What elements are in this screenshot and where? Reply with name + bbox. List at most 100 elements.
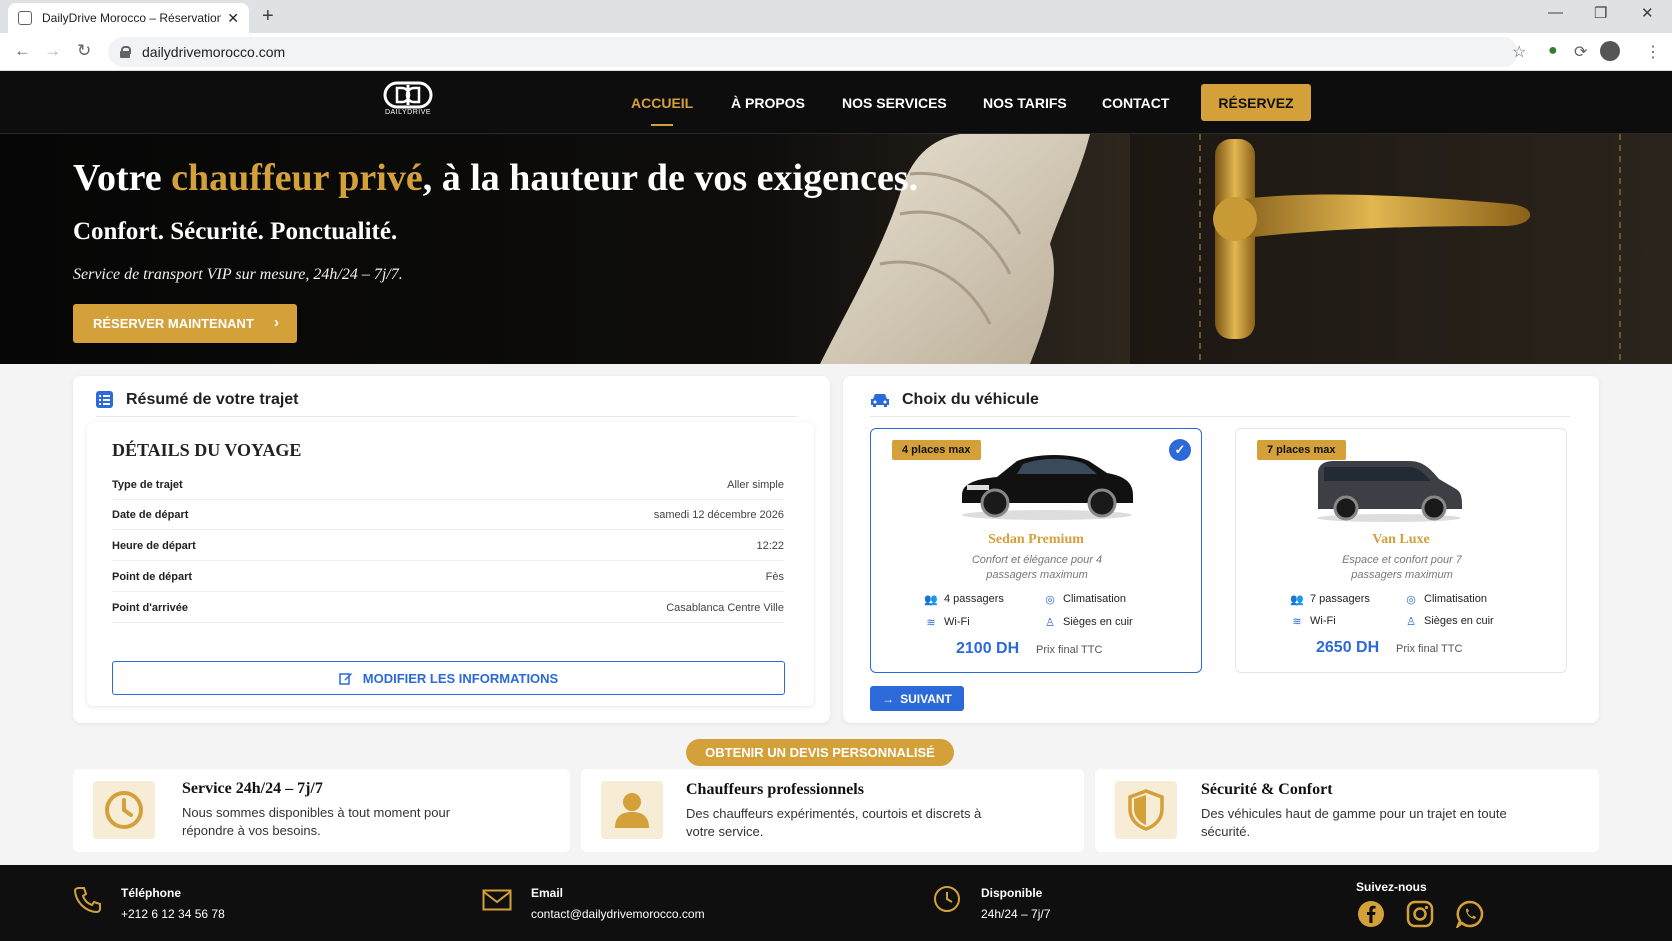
reserve-now-label: RÉSERVER MAINTENANT [93,316,254,331]
vehicle-name: Van Luxe [1372,532,1430,547]
site-footer: Téléphone +212 6 12 34 56 78 Email conta… [0,865,1672,941]
follow-us-label: Suivez-nous [1356,880,1427,894]
lock-icon [120,46,131,58]
feature-card-drivers: Chauffeurs professionnels Des chauffeurs… [581,769,1084,852]
vehicle-choice-title: Choix du véhicule [902,391,1039,408]
back-icon[interactable]: ← [14,41,31,61]
detail-value: Aller simple [727,478,784,491]
email-value[interactable]: contact@dailydrivemorocco.com [531,907,705,921]
feature-leather-seats: ♙ Sièges en cuir [1043,616,1133,629]
page-favicon-icon [18,11,32,25]
restore-icon[interactable]: ❐ [1594,4,1607,22]
feature-title: Service 24h/24 – 7j/7 [182,780,323,797]
seat-icon: ♙ [1406,615,1416,628]
feature-climatisation: ◎ Climatisation [1404,593,1487,606]
nav-contact[interactable]: CONTACT [1102,71,1169,134]
reserve-button[interactable]: RÉSERVEZ [1201,84,1311,121]
site-header: DAILYDRIVE ACCUEIL À PROPOS NOS SERVICES… [0,71,1672,134]
detail-label: Heure de départ [112,539,196,552]
feature-passengers: 👥 7 passagers [1290,593,1370,606]
detail-row: Point de départ Fès [112,562,784,592]
site-logo[interactable]: DAILYDRIVE [382,81,434,125]
feature-leather-seats: ♙ Sièges en cuir [1404,615,1494,628]
feature-card-security: Sécurité & Confort Des véhicules haut de… [1095,769,1599,852]
next-button[interactable]: → SUIVANT [870,686,964,711]
feature-wifi: ≋ Wi-Fi [1290,615,1335,628]
users-icon: 👥 [1290,593,1304,606]
selected-check-icon: ✓ [1169,439,1191,461]
detail-label: Point de départ [112,570,193,583]
arrow-right-icon: → [882,691,895,706]
reserve-now-button[interactable]: RÉSERVER MAINTENANT › [73,304,297,343]
url-text: dailydrivemorocco.com [142,44,286,60]
browser-tab-bar: DailyDrive Morocco – Réservation ✕ + — ❐… [0,0,1672,33]
reload-icon[interactable]: ↻ [77,41,91,61]
users-icon: 👥 [924,593,938,606]
detail-value: Fès [765,570,784,583]
sync-icon[interactable]: ⟳ [1574,42,1587,62]
van-car-image [1317,461,1462,522]
price-note: Prix final TTC [1036,644,1103,656]
menu-kebab-icon[interactable]: ⋮ [1645,42,1661,62]
close-tab-icon[interactable]: ✕ [227,10,239,27]
sedan-car-image [962,455,1133,520]
hero-banner: Votre chauffeur privé, à la hauteur de v… [0,134,1672,364]
browser-toolbar: ← → ↻ dailydrivemorocco.com ☆ ● ⟳ ⋮ [0,33,1672,71]
vehicle-choice-panel: Choix du véhicule 4 places max ✓ Sedan P… [843,376,1599,723]
nav-accueil[interactable]: ACCUEIL [631,71,693,134]
hero-subtitle: Confort. Sécurité. Ponctualité. [73,218,398,245]
vehicle-card-van[interactable]: 7 places max Van Luxe Espace et confort … [1235,428,1567,673]
address-bar[interactable]: dailydrivemorocco.com [108,37,1518,67]
browser-tab[interactable]: DailyDrive Morocco – Réservation ✕ [8,3,249,33]
vehicle-card-sedan[interactable]: 4 places max ✓ Sedan Premium Confort et … [870,428,1202,673]
email-label: Email [531,886,564,900]
list-icon [96,391,113,408]
vehicle-description: Confort et élégance pour 4 passagers max… [971,554,1103,581]
instagram-icon[interactable] [1406,900,1434,928]
wifi-icon: ≋ [1292,615,1302,628]
availability-label: Disponible [981,886,1043,900]
vehicle-price: 2650 DH [1316,639,1380,656]
car-icon [871,394,889,407]
detail-value: 12:22 [756,539,784,552]
minimize-icon[interactable]: — [1548,4,1563,21]
feature-description: Nous sommes disponibles à tout moment po… [182,805,451,838]
new-tab-icon[interactable]: + [262,5,274,28]
trip-details-heading: DÉTAILS DU VOYAGE [112,440,302,460]
price-note: Prix final TTC [1396,643,1463,655]
person-icon [601,781,663,839]
whatsapp-icon[interactable] [1456,900,1484,928]
facebook-icon[interactable] [1357,900,1385,928]
trip-summary-title: Résumé de votre trajet [126,391,299,408]
detail-label: Point d'arrivée [112,601,188,614]
tab-title: DailyDrive Morocco – Réservation [42,11,222,25]
vehicle-name: Sedan Premium [988,532,1084,547]
phone-icon [73,887,101,913]
modify-info-button[interactable]: MODIFIER LES INFORMATIONS [112,661,785,695]
detail-label: Type de trajet [112,478,183,491]
detail-row: Type de trajet Aller simple [112,470,784,500]
forward-icon[interactable]: → [44,41,61,61]
feature-wifi: ≋ Wi-Fi [924,616,969,629]
feature-passengers: 👥 4 passagers [924,593,1004,606]
window-close-icon[interactable]: ✕ [1641,4,1654,22]
nav-a-propos[interactable]: À PROPOS [731,71,805,134]
detail-row: Date de départ samedi 12 décembre 2026 [112,500,784,530]
clock-icon [934,886,960,912]
phone-label: Téléphone [121,886,182,900]
trip-summary-panel: Résumé de votre trajet DÉTAILS DU VOYAGE… [73,376,830,723]
custom-quote-button[interactable]: OBTENIR UN DEVIS PERSONNALISÉ [686,739,954,766]
nav-nos-tarifs[interactable]: NOS TARIFS [983,71,1067,134]
detail-value: Casablanca Centre Ville [666,601,784,614]
feature-card-24h: Service 24h/24 – 7j/7 Nous sommes dispon… [73,769,570,852]
modify-info-label: MODIFIER LES INFORMATIONS [362,670,559,686]
seat-icon: ♙ [1045,616,1055,629]
extension-icon[interactable]: ● [1548,42,1558,60]
vehicle-price: 2100 DH [956,640,1020,657]
feature-title: Chauffeurs professionnels [686,781,864,798]
phone-value[interactable]: +212 6 12 34 56 78 [121,907,225,921]
nav-nos-services[interactable]: NOS SERVICES [842,71,947,134]
profile-avatar[interactable] [1600,41,1620,61]
clock-icon [93,781,155,839]
bookmark-star-icon[interactable]: ☆ [1512,42,1526,62]
